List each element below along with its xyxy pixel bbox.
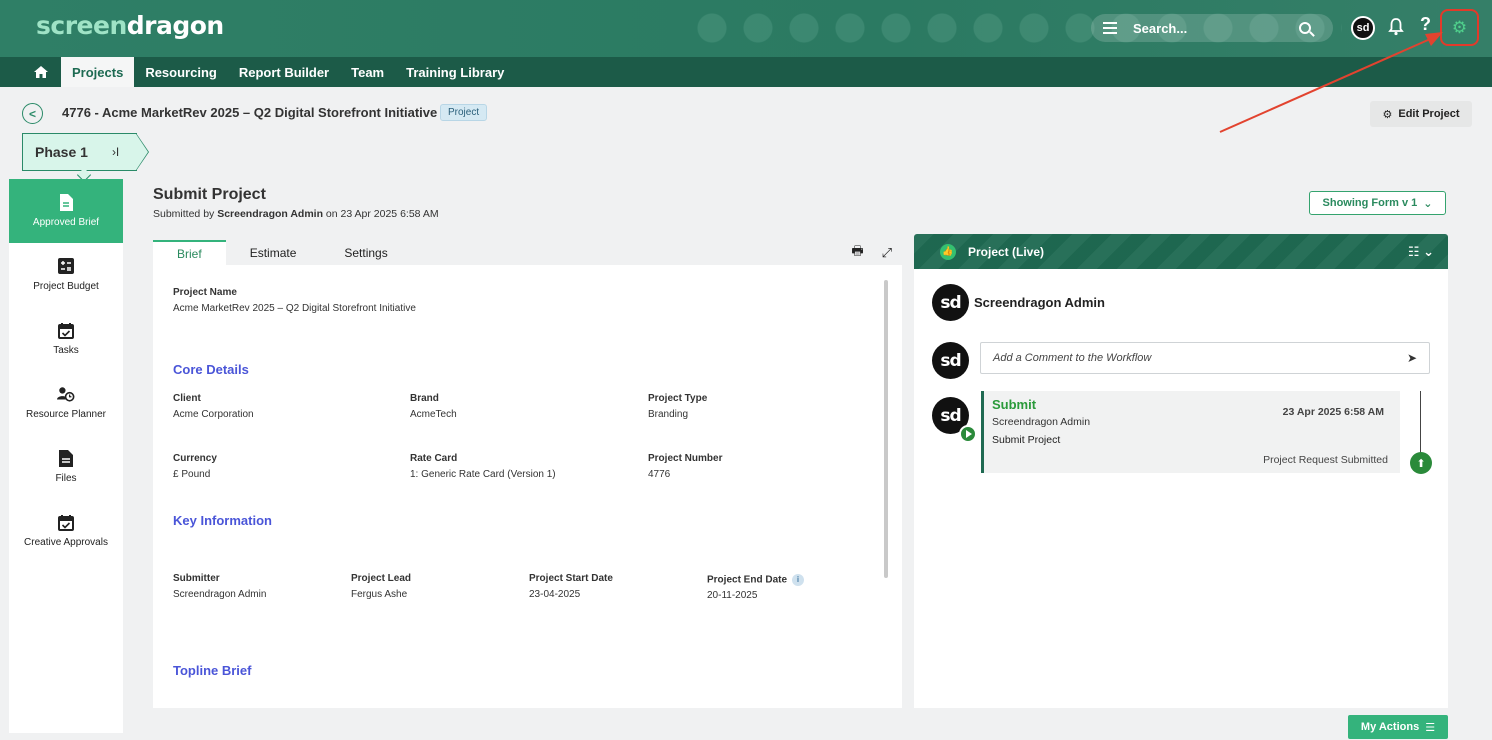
currency-value: £ Pound xyxy=(173,469,211,480)
avatar: sd xyxy=(932,284,969,321)
core-details-heading: Core Details xyxy=(173,362,249,377)
edit-project-button[interactable]: ⚙ Edit Project xyxy=(1370,101,1472,127)
tab-report-builder[interactable]: Report Builder xyxy=(228,57,340,87)
project-number-value: 4776 xyxy=(648,469,671,480)
list-icon: ☰ xyxy=(1425,721,1436,734)
help-icon[interactable]: ? xyxy=(1420,14,1431,35)
user-clock-icon xyxy=(57,385,75,403)
project-type-label: Project Type xyxy=(648,393,708,404)
tab-estimate[interactable]: Estimate xyxy=(226,240,321,265)
menu-icon[interactable] xyxy=(1103,22,1117,34)
step-title: Submit xyxy=(992,397,1037,412)
tab-team[interactable]: Team xyxy=(340,57,395,87)
sidebar-item-creative-approvals[interactable]: Creative Approvals xyxy=(9,499,123,563)
left-sidebar: Approved Brief Project Budget Tasks Reso… xyxy=(9,179,123,733)
calendar-check-icon xyxy=(57,321,75,339)
workflow-user: Screendragon Admin xyxy=(974,295,1105,310)
end-date-label: Project End Date i xyxy=(707,574,805,586)
page-title: 4776 - Acme MarketRev 2025 – Q2 Digital … xyxy=(62,105,438,120)
sidebar-item-approved-brief[interactable]: Approved Brief xyxy=(9,179,123,243)
tab-brief[interactable]: Brief xyxy=(153,240,226,265)
play-icon xyxy=(959,425,977,443)
expand-icon[interactable]: ⤢ xyxy=(882,245,892,261)
search-input[interactable]: Search... xyxy=(1133,21,1299,36)
gear-icon: ⚙ xyxy=(1451,17,1468,37)
sidebar-item-resource-planner[interactable]: Resource Planner xyxy=(9,371,123,435)
step-user: Screendragon Admin xyxy=(992,416,1091,428)
file-icon xyxy=(57,449,75,467)
info-icon[interactable]: i xyxy=(792,574,805,586)
home-icon[interactable] xyxy=(21,57,61,87)
submit-title: Submit Project xyxy=(153,186,266,203)
currency-label: Currency xyxy=(173,453,217,464)
project-name-label: Project Name xyxy=(173,287,237,298)
print-icon[interactable]: 🖶 xyxy=(851,242,863,264)
sidebar-item-project-budget[interactable]: Project Budget xyxy=(9,243,123,307)
phase-chip[interactable]: Phase 1 ›I xyxy=(22,133,137,171)
thumbs-up-icon: 👍 xyxy=(940,243,956,260)
tab-resourcing[interactable]: Resourcing xyxy=(134,57,228,87)
step-date: 23 Apr 2025 6:58 AM xyxy=(1282,406,1384,418)
brand-label: Brand xyxy=(410,393,439,404)
gear-icon: ⚙ xyxy=(1382,108,1393,121)
rate-card-label: Rate Card xyxy=(410,453,458,464)
user-avatar[interactable]: sd xyxy=(1351,16,1375,40)
brief-form: Project Name Acme MarketRev 2025 – Q2 Di… xyxy=(153,265,902,708)
step-status: Project Request Submitted xyxy=(1263,454,1388,466)
main-nav: Projects Resourcing Report Builder Team … xyxy=(0,57,1492,87)
start-date-value: 23-04-2025 xyxy=(529,589,581,600)
submitted-by: Submitted by Screendragon Admin on 23 Ap… xyxy=(153,208,439,220)
topline-brief-heading: Topline Brief xyxy=(173,663,252,678)
send-icon[interactable]: ➤ xyxy=(1407,351,1417,365)
sidebar-item-files[interactable]: Files xyxy=(9,435,123,499)
rate-card-value: 1: Generic Rate Card (Version 1) xyxy=(410,469,556,480)
step-name: Submit Project xyxy=(992,434,1061,446)
key-information-heading: Key Information xyxy=(173,513,272,528)
submitter-label: Submitter xyxy=(173,573,220,584)
workflow-panel: sd Screendragon Admin sd Add a Comment t… xyxy=(914,269,1448,708)
project-badge: Project xyxy=(440,104,488,121)
submitter-value: Screendragon Admin xyxy=(173,589,267,600)
skip-to-end-icon[interactable]: ›I xyxy=(112,145,119,159)
tab-projects[interactable]: Projects xyxy=(61,57,135,87)
client-value: Acme Corporation xyxy=(173,409,254,420)
project-type-value: Branding xyxy=(648,409,689,420)
workflow-header: 👍 Project (Live) ☷ ⌄ xyxy=(914,234,1448,269)
search-bar[interactable]: Search... xyxy=(1091,14,1333,42)
comment-input[interactable]: Add a Comment to the Workflow ➤ xyxy=(980,342,1430,374)
showing-form-dropdown[interactable]: Showing Form v 1 ⌄ xyxy=(1309,191,1446,215)
calculator-icon xyxy=(57,257,75,275)
end-date-value: 20-11-2025 xyxy=(707,590,758,601)
tab-training-library[interactable]: Training Library xyxy=(395,57,515,87)
avatar: sd xyxy=(932,342,969,379)
filter-settings-icon[interactable]: ☷ ⌄ xyxy=(1408,244,1434,260)
cloud-upload-icon: ⬆ xyxy=(1410,452,1432,474)
scrollbar[interactable] xyxy=(884,280,888,578)
bell-icon[interactable] xyxy=(1388,18,1404,36)
chevron-down-icon: ⌄ xyxy=(1423,197,1433,210)
form-tabs: Brief Estimate Settings 🖶 ⤢ xyxy=(153,240,902,265)
project-lead-label: Project Lead xyxy=(351,573,412,584)
brief-icon xyxy=(57,193,75,211)
brand-value: AcmeTech xyxy=(410,409,457,420)
project-name-value: Acme MarketRev 2025 – Q2 Digital Storefr… xyxy=(173,303,416,314)
start-date-label: Project Start Date xyxy=(529,573,613,584)
back-button[interactable]: < xyxy=(22,103,43,124)
search-icon[interactable] xyxy=(1299,22,1311,34)
project-lead-value: Fergus Ashe xyxy=(351,589,408,600)
calendar-check-icon xyxy=(57,513,75,531)
logo[interactable]: screendragon xyxy=(36,11,224,40)
sidebar-item-tasks[interactable]: Tasks xyxy=(9,307,123,371)
project-number-label: Project Number xyxy=(648,453,723,464)
settings-button[interactable]: ⚙ xyxy=(1440,9,1479,46)
client-label: Client xyxy=(173,393,201,404)
top-header: screendragon Search... sd ? ⚙ xyxy=(0,0,1492,57)
my-actions-button[interactable]: My Actions ☰ xyxy=(1348,715,1448,739)
workflow-step-card[interactable]: Submit Screendragon Admin Submit Project… xyxy=(981,391,1400,473)
tab-settings[interactable]: Settings xyxy=(320,240,411,265)
